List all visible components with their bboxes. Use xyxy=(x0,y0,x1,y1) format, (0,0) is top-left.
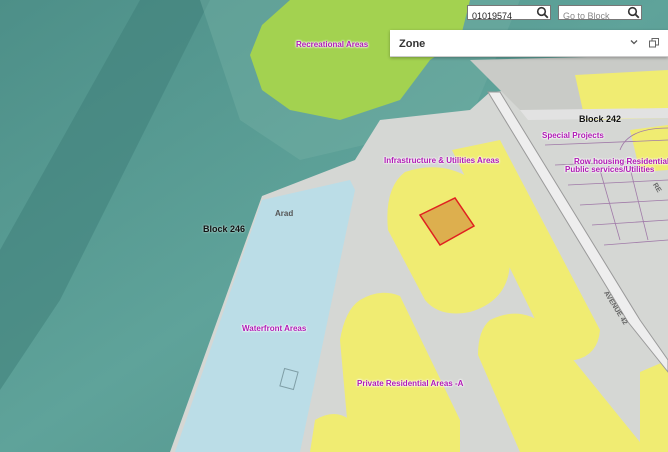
zone-panel: Zone xyxy=(390,30,668,57)
map-canvas[interactable] xyxy=(0,0,668,452)
label-private-residential: Private Residential Areas -A xyxy=(357,379,464,388)
label-street-arad: Arad xyxy=(275,209,294,218)
zone-panel-title: Zone xyxy=(399,38,426,50)
label-block-242: Block 242 xyxy=(579,114,622,124)
chevron-down-icon[interactable] xyxy=(629,37,639,47)
block-search-input[interactable] xyxy=(559,9,623,23)
restore-window-icon[interactable] xyxy=(649,38,659,48)
search-icon[interactable] xyxy=(627,6,640,19)
label-block-246: Block 246 xyxy=(203,224,246,234)
label-recreational-areas: Recreational Areas xyxy=(296,40,369,49)
label-infrastructure-utilities: Infrastructure & Utilities Areas xyxy=(384,156,500,165)
search-icon[interactable] xyxy=(536,6,549,19)
label-waterfront-areas: Waterfront Areas xyxy=(242,324,307,333)
residential-block-f[interactable] xyxy=(640,360,668,452)
parcel-search xyxy=(467,5,551,23)
block-search xyxy=(558,5,642,23)
label-public-services: Public services/Utilities xyxy=(565,165,655,174)
parcel-search-input[interactable] xyxy=(468,9,532,23)
label-special-projects: Special Projects xyxy=(542,131,604,140)
